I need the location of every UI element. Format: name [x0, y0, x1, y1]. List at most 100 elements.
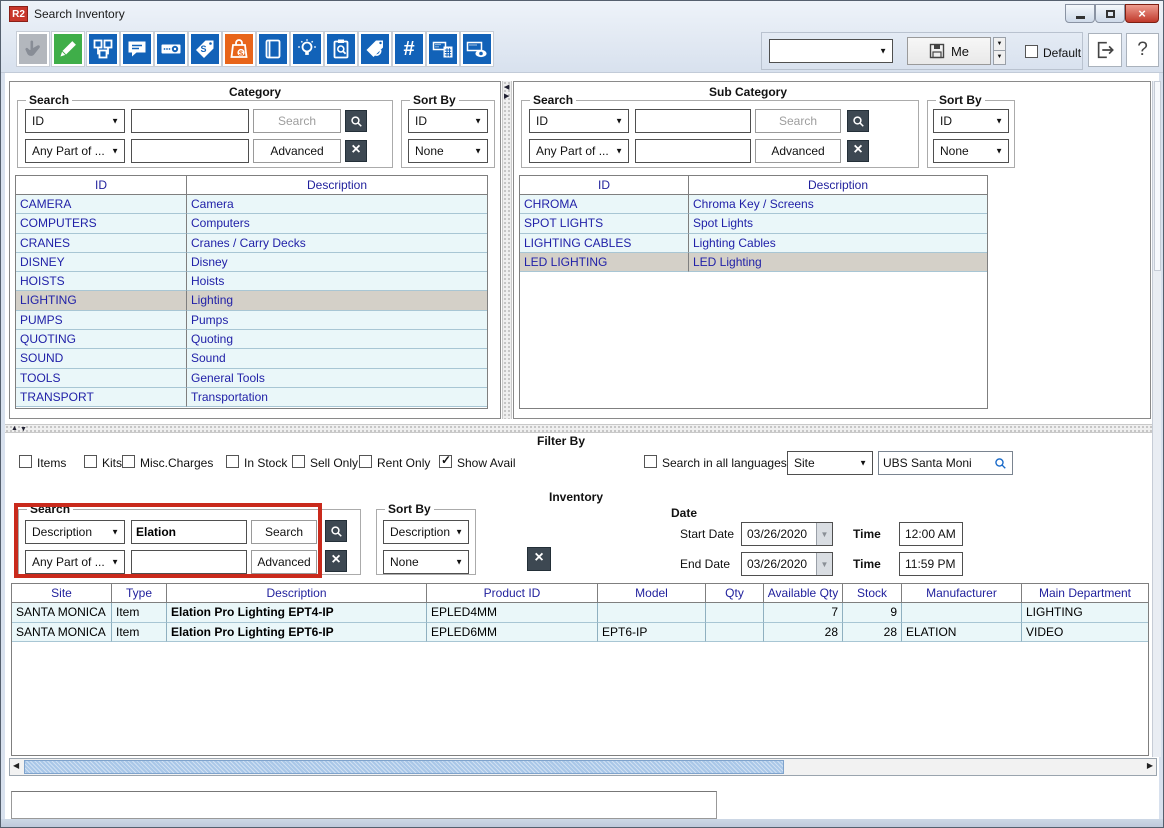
results-row[interactable]: SANTA MONICA Item Elation Pro Lighting E… [12, 603, 1148, 623]
table-row[interactable]: LIGHTING CABLESLighting Cables [520, 234, 987, 253]
inventory-clear-button[interactable]: × [325, 550, 347, 572]
keyboard-calendar-button[interactable] [427, 32, 459, 66]
subcategory-magnifier-button[interactable] [847, 110, 869, 132]
table-row[interactable]: PUMPSPumps [16, 311, 487, 330]
inventory-reset-button[interactable]: × [527, 547, 551, 571]
site-search-field[interactable]: UBS Santa Moni [878, 451, 1013, 475]
sitemap-button[interactable] [87, 32, 119, 66]
start-time-field[interactable]: 12:00 AM [899, 522, 963, 546]
site-magnifier-icon[interactable] [993, 456, 1008, 471]
save-me-button[interactable]: Me [907, 37, 991, 65]
category-col-id: ID [16, 176, 187, 195]
table-row[interactable]: TOOLSGeneral Tools [16, 369, 487, 388]
subcategory-sort-secondary-combo[interactable]: None [933, 139, 1009, 163]
table-row[interactable]: QUOTINGQuoting [16, 330, 487, 349]
site-combo[interactable]: Site [787, 451, 873, 475]
in-stock-checkbox[interactable] [226, 455, 239, 468]
category-advanced-button[interactable]: Advanced [253, 139, 341, 163]
scroll-left-icon[interactable]: ◀ [13, 761, 19, 770]
category-search-field-combo[interactable]: ID [25, 109, 125, 133]
close-button[interactable]: × [1125, 4, 1159, 23]
subcategory-search-field-combo[interactable]: ID [529, 109, 629, 133]
results-row[interactable]: SANTA MONICA Item Elation Pro Lighting E… [12, 623, 1148, 643]
table-row[interactable]: SPOT LIGHTSSpot Lights [520, 214, 987, 233]
minimize-button[interactable] [1065, 4, 1095, 23]
end-date-field[interactable]: 03/26/2020 ▼ [741, 552, 833, 576]
start-date-field[interactable]: 03/26/2020 ▼ [741, 522, 833, 546]
category-match-combo[interactable]: Any Part of ... [25, 139, 125, 163]
col-description: Description [167, 584, 427, 603]
horizontal-scrollbar-thumb[interactable] [24, 760, 784, 774]
exit-button[interactable] [1088, 33, 1122, 67]
table-row[interactable]: CHROMAChroma Key / Screens [520, 195, 987, 214]
category-search-input2[interactable] [131, 139, 249, 163]
spinner-up[interactable]: ▼ [993, 37, 1006, 51]
subcategory-search-input[interactable] [635, 109, 751, 133]
profile-spinner[interactable]: ▼ ▼ [993, 37, 1006, 65]
sell-only-checkbox[interactable] [292, 455, 305, 468]
scroll-right-icon[interactable]: ▶ [1147, 761, 1153, 770]
start-time-label: Time [853, 527, 881, 541]
end-time-value: 11:59 PM [905, 557, 955, 571]
table-row[interactable]: TRANSPORTTransportation [16, 388, 487, 407]
inventory-magnifier-button[interactable] [325, 520, 347, 542]
clipboard-search-button[interactable] [325, 32, 357, 66]
category-sort-label: Sort By [410, 93, 459, 107]
subcategory-match-combo[interactable]: Any Part of ... [529, 139, 629, 163]
show-avail-checkbox[interactable] [439, 455, 452, 468]
inventory-sort-primary-combo[interactable]: Description [383, 520, 469, 544]
items-checkbox[interactable] [19, 455, 32, 468]
start-date-value: 03/26/2020 [747, 527, 807, 541]
status-input[interactable] [11, 791, 717, 819]
spinner-down[interactable]: ▼ [993, 51, 1006, 65]
end-date-caret-icon[interactable]: ▼ [816, 553, 832, 575]
shopping-bag-button[interactable]: $ [223, 32, 255, 66]
splitter-down-icon[interactable]: ▼ [20, 426, 27, 433]
tag-refresh-button[interactable] [359, 32, 391, 66]
comment-button[interactable] [121, 32, 153, 66]
monitor-view-button[interactable] [461, 32, 493, 66]
table-row-selected[interactable]: LIGHTINGLighting [16, 291, 487, 310]
subcategory-sort-primary-combo[interactable]: ID [933, 109, 1009, 133]
table-row[interactable]: SOUNDSound [16, 349, 487, 368]
kits-checkbox[interactable] [84, 455, 97, 468]
inventory-sort-secondary-combo[interactable]: None [383, 550, 469, 574]
default-checkbox[interactable] [1025, 45, 1038, 58]
category-clear-button[interactable]: × [345, 140, 367, 162]
vertical-scrollbar-thumb[interactable] [1154, 81, 1161, 271]
maximize-button[interactable] [1095, 4, 1125, 23]
horizontal-scrollbar[interactable]: ◀ ▶ [9, 758, 1157, 776]
horizontal-splitter[interactable]: ▲ ▼ [5, 424, 1152, 433]
rent-only-checkbox[interactable] [359, 455, 372, 468]
end-time-field[interactable]: 11:59 PM [899, 552, 963, 576]
all-languages-checkbox[interactable] [644, 455, 657, 468]
splitter-up-icon[interactable]: ▲ [11, 425, 18, 432]
vertical-scrollbar[interactable] [1152, 81, 1161, 757]
start-date-caret-icon[interactable]: ▼ [816, 523, 832, 545]
subcategory-clear-button[interactable]: × [847, 140, 869, 162]
table-row[interactable]: DISNEYDisney [16, 253, 487, 272]
edit-pencil-button[interactable] [52, 32, 84, 66]
splitter-left-icon[interactable]: ◀ [504, 84, 509, 91]
price-tag-button[interactable]: S [189, 32, 221, 66]
projector-button[interactable] [155, 32, 187, 66]
category-sort-primary-combo[interactable]: ID [408, 109, 488, 133]
table-row[interactable]: CRANESCranes / Carry Decks [16, 234, 487, 253]
hash-button[interactable]: # [393, 32, 425, 66]
table-row[interactable]: COMPUTERSComputers [16, 214, 487, 233]
view-profile-combo[interactable] [769, 39, 893, 63]
table-row-selected[interactable]: LED LIGHTINGLED Lighting [520, 253, 987, 272]
catalog-book-button[interactable] [257, 32, 289, 66]
subcategory-search-input2[interactable] [635, 139, 751, 163]
misc-charges-checkbox[interactable] [122, 455, 135, 468]
table-row[interactable]: HOISTSHoists [16, 272, 487, 291]
lightbulb-button[interactable] [291, 32, 323, 66]
table-row[interactable]: CAMERACamera [16, 195, 487, 214]
subcategory-advanced-button[interactable]: Advanced [755, 139, 841, 163]
vertical-splitter[interactable]: ◀ ▶ [502, 81, 512, 419]
category-magnifier-button[interactable] [345, 110, 367, 132]
category-search-input[interactable] [131, 109, 249, 133]
splitter-right-icon[interactable]: ▶ [504, 93, 509, 100]
help-button[interactable]: ? [1126, 33, 1159, 67]
category-sort-secondary-combo[interactable]: None [408, 139, 488, 163]
